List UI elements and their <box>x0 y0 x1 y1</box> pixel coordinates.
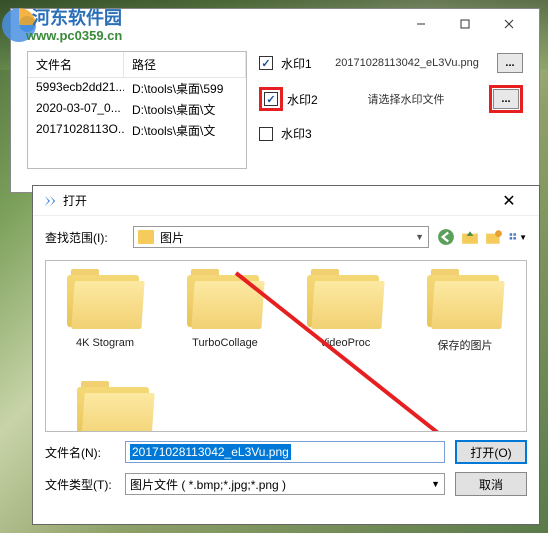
open-button[interactable]: 打开(O) <box>455 440 527 464</box>
site-watermark: 河东软件园 www.pc0359.cn <box>0 0 180 50</box>
watermark2-file: 请选择水印文件 <box>331 91 481 107</box>
watermark1-label: 水印1 <box>281 55 317 72</box>
folder-icon <box>65 269 145 331</box>
up-folder-icon[interactable] <box>461 228 479 246</box>
watermark2-browse-button[interactable]: ... <box>493 89 519 109</box>
filename-input[interactable]: 20171028113042_eL3Vu.png <box>125 441 445 463</box>
watermark1-checkbox[interactable] <box>259 56 273 70</box>
dialog-icon <box>43 194 57 208</box>
watermark1-file: 20171028113042_eL3Vu.png <box>325 57 489 69</box>
folder-item[interactable]: VideoProc <box>294 269 396 349</box>
filetype-select[interactable]: 图片文件 ( *.bmp;*.jpg;*.png ) ▼ <box>125 473 445 495</box>
table-row[interactable]: 5993ecb2dd21... D:\tools\桌面\599 <box>28 78 246 99</box>
folder-icon <box>75 381 135 421</box>
dialog-title: 打开 <box>63 192 489 209</box>
close-button[interactable] <box>487 10 531 38</box>
filename-label: 文件名(N): <box>45 444 115 461</box>
lookin-value: 图片 <box>160 229 415 246</box>
table-row[interactable]: 20171028113O... D:\tools\桌面\文 <box>28 120 246 141</box>
new-folder-icon[interactable] <box>485 228 503 246</box>
minimize-button[interactable] <box>399 10 443 38</box>
chevron-down-icon: ▼ <box>431 479 440 489</box>
folder-icon <box>425 269 505 331</box>
watermark3-label: 水印3 <box>281 125 317 142</box>
watermark2-label: 水印2 <box>287 91 323 108</box>
folder-item[interactable]: 4K Stogram <box>54 269 156 349</box>
file-list[interactable]: 文件名 路径 5993ecb2dd21... D:\tools\桌面\599 2… <box>27 51 247 169</box>
lookin-label: 查找范围(I): <box>45 229 125 246</box>
chevron-down-icon: ▼ <box>415 232 424 242</box>
cancel-button[interactable]: 取消 <box>455 472 527 496</box>
folder-icon <box>305 269 385 331</box>
table-row[interactable]: 2020-03-07_0... D:\tools\桌面\文 <box>28 99 246 120</box>
folder-icon <box>138 230 154 244</box>
folder-item[interactable] <box>54 381 156 427</box>
site-url: www.pc0359.cn <box>26 28 122 43</box>
watermark2-checkbox[interactable] <box>264 92 278 106</box>
folder-item[interactable]: 保存的图片 <box>414 269 516 353</box>
watermark1-browse-button[interactable]: ... <box>497 53 523 73</box>
filetype-label: 文件类型(T): <box>45 476 115 493</box>
folder-item[interactable]: TurboCollage <box>174 269 276 349</box>
view-menu-icon[interactable]: ▼ <box>509 228 527 246</box>
col-path[interactable]: 路径 <box>124 52 246 77</box>
folder-icon <box>185 269 265 331</box>
back-icon[interactable] <box>437 228 455 246</box>
col-filename[interactable]: 文件名 <box>28 52 124 77</box>
watermark3-checkbox[interactable] <box>259 127 273 141</box>
site-name: 河东软件园 <box>32 4 122 30</box>
lookin-combo[interactable]: 图片 ▼ <box>133 226 429 248</box>
maximize-button[interactable] <box>443 10 487 38</box>
open-dialog: 打开 ✕ 查找范围(I): 图片 ▼ ▼ 4K Stogram TurboCol… <box>32 185 540 525</box>
file-browser[interactable]: 4K Stogram TurboCollage VideoProc 保存的图片 <box>45 260 527 432</box>
watermark-panel: 水印1 20171028113042_eL3Vu.png ... 水印2 请选择… <box>259 51 523 169</box>
dialog-close-button[interactable]: ✕ <box>489 187 529 215</box>
